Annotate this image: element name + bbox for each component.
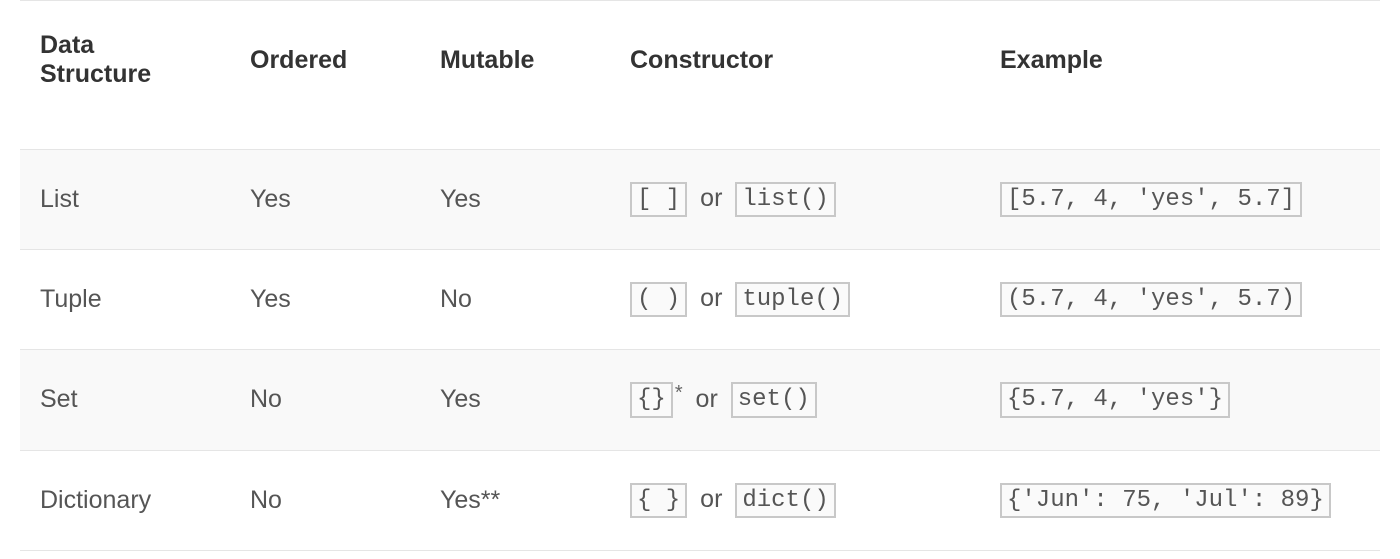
- cell-data-structure: Tuple: [20, 250, 230, 350]
- header-example: Example: [980, 1, 1380, 150]
- cell-example: {'Jun': 75, 'Jul': 89}: [980, 450, 1380, 550]
- header-ordered: Ordered: [230, 1, 420, 150]
- cell-constructor: [ ] or list(): [610, 150, 980, 250]
- cell-data-structure: List: [20, 150, 230, 250]
- cell-mutable: Yes**: [420, 450, 610, 550]
- table-row: TupleYesNo( ) or tuple()(5.7, 4, 'yes', …: [20, 250, 1380, 350]
- table-row: SetNoYes{}* or set(){5.7, 4, 'yes'}: [20, 350, 1380, 450]
- table-row: ListYesYes[ ] or list()[5.7, 4, 'yes', 5…: [20, 150, 1380, 250]
- table-row: DictionaryNoYes**{ } or dict(){'Jun': 75…: [20, 450, 1380, 550]
- constructor-literal: { }: [630, 483, 687, 518]
- example-code: (5.7, 4, 'yes', 5.7): [1000, 282, 1302, 317]
- cell-ordered: Yes: [230, 250, 420, 350]
- cell-constructor: { } or dict(): [610, 450, 980, 550]
- cell-ordered: No: [230, 350, 420, 450]
- constructor-literal: ( ): [630, 282, 687, 317]
- table-container: Data Structure Ordered Mutable Construct…: [0, 0, 1400, 551]
- header-constructor: Constructor: [610, 1, 980, 150]
- constructor-function: list(): [735, 182, 835, 217]
- cell-ordered: No: [230, 450, 420, 550]
- constructor-function: dict(): [735, 483, 835, 518]
- or-label: or: [687, 485, 735, 513]
- constructor-function: tuple(): [735, 282, 850, 317]
- cell-mutable: Yes: [420, 150, 610, 250]
- cell-data-structure: Set: [20, 350, 230, 450]
- cell-mutable: Yes: [420, 350, 610, 450]
- cell-data-structure: Dictionary: [20, 450, 230, 550]
- constructor-literal: {}: [630, 382, 673, 417]
- constructor-footnote-marker: *: [673, 382, 683, 404]
- data-structures-table: Data Structure Ordered Mutable Construct…: [20, 0, 1380, 551]
- header-mutable: Mutable: [420, 1, 610, 150]
- table-header-row: Data Structure Ordered Mutable Construct…: [20, 1, 1380, 150]
- or-label: or: [683, 385, 731, 413]
- example-code: {5.7, 4, 'yes'}: [1000, 382, 1230, 417]
- cell-example: (5.7, 4, 'yes', 5.7): [980, 250, 1380, 350]
- cell-example: [5.7, 4, 'yes', 5.7]: [980, 150, 1380, 250]
- constructor-function: set(): [731, 382, 817, 417]
- constructor-literal: [ ]: [630, 182, 687, 217]
- example-code: {'Jun': 75, 'Jul': 89}: [1000, 483, 1331, 518]
- header-data-structure: Data Structure: [20, 1, 230, 150]
- cell-mutable: No: [420, 250, 610, 350]
- or-label: or: [687, 184, 735, 212]
- cell-ordered: Yes: [230, 150, 420, 250]
- or-label: or: [687, 284, 735, 312]
- example-code: [5.7, 4, 'yes', 5.7]: [1000, 182, 1302, 217]
- cell-example: {5.7, 4, 'yes'}: [980, 350, 1380, 450]
- cell-constructor: ( ) or tuple(): [610, 250, 980, 350]
- cell-constructor: {}* or set(): [610, 350, 980, 450]
